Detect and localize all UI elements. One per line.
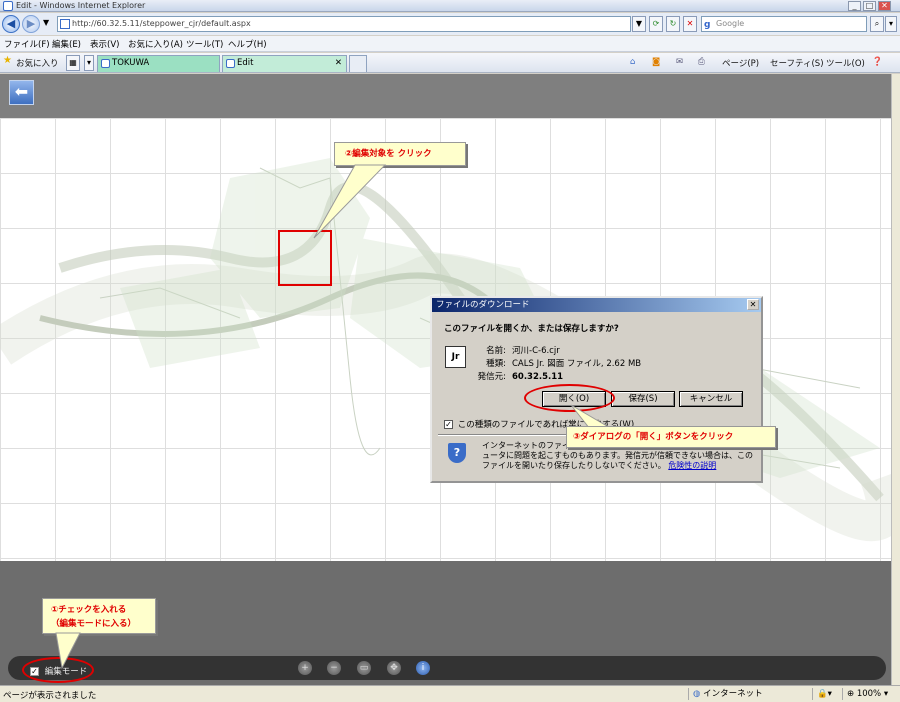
status-bar: ページが表示されました ◍ インターネット 🔒▾ ⊕ 100% ▾ — [0, 685, 900, 702]
zoom-in-icon[interactable]: + — [298, 661, 312, 675]
callout-step1-line2: （編集モードに入る） — [51, 619, 137, 629]
dialog-title: ファイルのダウンロード — [436, 300, 530, 310]
tab-list-dropdown[interactable]: ▾ — [84, 55, 94, 71]
protected-mode-icon[interactable]: 🔒▾ — [812, 688, 840, 700]
window-title: Edit - Windows Internet Explorer — [16, 1, 146, 10]
search-button[interactable]: ⌕ — [870, 16, 884, 32]
menu-bar: ファイル(F) 編集(E) 表示(V) お気に入り(A) ツール(T) ヘルプ(… — [0, 36, 900, 52]
callout-step2-text: ②編集対象を クリック — [345, 149, 432, 159]
info-icon[interactable]: i — [416, 661, 430, 675]
ie-page-icon — [226, 59, 235, 68]
callout-step2: ②編集対象を クリック — [334, 142, 466, 166]
menu-edit[interactable]: 編集(E) — [52, 38, 81, 50]
app-header: ⬅ — [0, 74, 891, 118]
chevron-down-icon: ▾ — [883, 689, 889, 699]
tab-tokuwa[interactable]: TOKUWA — [97, 55, 220, 72]
minimize-button[interactable]: _ — [848, 1, 861, 11]
search-options-button[interactable]: ▾ — [885, 16, 897, 32]
file-name-row: 名前: 河川-C-6.cjr — [476, 344, 560, 356]
callout-step1: ①チェックを入れる （編集モードに入る） — [42, 598, 156, 634]
quick-tabs-icon[interactable]: ▦ — [66, 55, 80, 71]
safety-menu[interactable]: セーフティ(S) — [770, 57, 824, 69]
checkbox-checked-icon: ✓ — [444, 420, 453, 429]
address-toolbar: ◀ ▶ ▼ http://60.32.5.11/steppower_cjr/de… — [0, 13, 900, 35]
callout-step1-line1: ①チェックを入れる — [51, 605, 127, 615]
file-type-label: 種類: — [486, 359, 506, 369]
file-type-value: CALS Jr. 図面 ファイル, 2.62 MB — [512, 359, 642, 369]
new-tab-button[interactable] — [349, 55, 367, 72]
menu-favorites[interactable]: お気に入り(A) — [128, 38, 183, 50]
globe-icon: ◍ — [693, 689, 701, 699]
file-from-value: 60.32.5.11 — [512, 372, 564, 382]
save-button[interactable]: 保存(S) — [611, 391, 675, 407]
tab-label: TOKUWA — [112, 58, 150, 68]
risk-explanation-link[interactable]: 危険性の説明 — [668, 461, 716, 470]
compat-view-icon[interactable]: ⟳ — [649, 16, 663, 32]
callout-step2-pointer — [313, 164, 387, 239]
file-from-row: 発信元: 60.32.5.11 — [476, 370, 563, 382]
security-zone: ◍ インターネット — [688, 688, 808, 700]
page-menu[interactable]: ページ(P) — [722, 57, 759, 69]
dialog-title-bar: ファイルのダウンロード ✕ — [432, 298, 761, 312]
refresh-icon[interactable]: ↻ — [666, 16, 680, 32]
file-icon-text: Jr — [451, 352, 460, 362]
file-from-label: 発信元: — [477, 372, 506, 382]
vertical-scrollbar[interactable] — [891, 74, 900, 685]
close-window-button[interactable]: ✕ — [878, 1, 891, 11]
page-icon — [60, 19, 70, 29]
file-name-value: 河川-C-6.cjr — [512, 346, 560, 356]
callout-step3: ③ダイアログの「開く」ボタンをクリック — [566, 426, 776, 448]
file-name-label: 名前: — [486, 346, 506, 356]
back-button[interactable]: ◀ — [2, 15, 20, 33]
maximize-button[interactable]: □ — [863, 1, 876, 11]
cancel-button[interactable]: キャンセル — [679, 391, 743, 407]
zoom-control[interactable]: ⊕ 100% ▾ — [842, 688, 898, 700]
tab-label: Edit — [237, 58, 254, 68]
zoom-icon: ⊕ — [847, 689, 855, 699]
menu-view[interactable]: 表示(V) — [90, 38, 119, 50]
home-icon[interactable]: ⌂ — [630, 57, 635, 67]
feeds-icon[interactable]: ◙ — [652, 57, 660, 67]
callout-step1-pointer — [55, 632, 81, 670]
fit-view-icon[interactable]: ▭ — [357, 661, 371, 675]
recent-pages-dropdown-icon[interactable]: ▼ — [43, 18, 49, 27]
zoom-level: 100% — [856, 689, 882, 699]
favorites-star-icon: ★ — [3, 55, 12, 66]
tab-edit[interactable]: Edit ✕ — [222, 55, 347, 72]
menu-tools[interactable]: ツール(T) — [186, 38, 223, 50]
address-text: http://60.32.5.11/steppower_cjr/default.… — [72, 19, 251, 28]
callout-step3-text: ③ダイアログの「開く」ボタンをクリック — [573, 432, 734, 442]
toolbar-strip: + − ▭ ✥ i — [8, 656, 886, 680]
help-icon[interactable]: ❓ — [872, 57, 883, 67]
status-text: ページが表示されました — [3, 691, 97, 701]
cjr-file-icon: Jr — [445, 346, 466, 368]
close-tab-icon[interactable]: ✕ — [335, 56, 342, 71]
pan-icon[interactable]: ✥ — [387, 661, 401, 675]
app-back-button[interactable]: ⬅ — [9, 80, 34, 105]
dialog-question: このファイルを開くか、または保存しますか? — [444, 324, 619, 334]
tab-bar: ★ お気に入り ▦ ▾ TOKUWA Edit ✕ ⌂ ◙ ✉ ⎙ ページ(P)… — [0, 53, 900, 73]
security-zone-label: インターネット — [703, 689, 763, 699]
shield-question-icon: ? — [448, 443, 466, 463]
menu-file[interactable]: ファイル(F) — [4, 38, 50, 50]
tools-menu[interactable]: ツール(O) — [826, 57, 865, 69]
favorites-button[interactable]: お気に入り — [16, 57, 59, 69]
mail-icon[interactable]: ✉ — [676, 57, 683, 67]
zoom-out-icon[interactable]: − — [327, 661, 341, 675]
menu-help[interactable]: ヘルプ(H) — [228, 38, 267, 50]
window-title-bar: Edit - Windows Internet Explorer _ □ ✕ — [0, 0, 900, 12]
ie-icon — [3, 1, 13, 11]
address-input[interactable]: http://60.32.5.11/steppower_cjr/default.… — [57, 16, 631, 32]
forward-button[interactable]: ▶ — [22, 15, 40, 33]
stop-icon[interactable]: ✕ — [683, 16, 697, 32]
dialog-close-button[interactable]: ✕ — [747, 299, 759, 310]
address-dropdown-button[interactable]: ▼ — [632, 16, 646, 32]
search-placeholder: Google — [716, 19, 745, 28]
file-type-row: 種類: CALS Jr. 図面 ファイル, 2.62 MB — [476, 357, 641, 369]
ie-page-icon — [101, 59, 110, 68]
google-icon: g — [704, 20, 711, 30]
arrow-left-icon: ⬅ — [14, 82, 29, 101]
search-input[interactable]: g Google — [701, 16, 867, 32]
print-icon[interactable]: ⎙ — [698, 57, 705, 67]
